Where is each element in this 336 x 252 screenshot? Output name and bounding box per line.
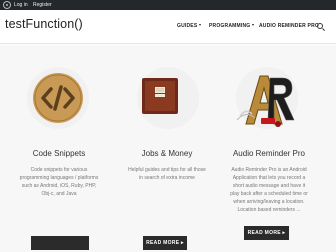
nav-programming[interactable]: PROGRAMMING — [209, 23, 255, 30]
nav-guides-label: GUIDES — [177, 23, 198, 29]
chevron-down-icon — [252, 24, 255, 26]
feature-title-jobs-money: Jobs & Money — [141, 149, 193, 158]
feature-title-code-snippets: Code Snippets — [32, 149, 86, 158]
admin-bar: Log in Register — [0, 0, 336, 10]
read-more-button-code-snippets[interactable] — [31, 236, 89, 250]
nav-audio-reminder-pro-label: AUDIO REMINDER PRO — [259, 23, 319, 29]
nav-programming-label: PROGRAMMING — [209, 23, 251, 29]
audio-reminder-logo-icon — [236, 75, 295, 127]
feature-title-audio-reminder-pro: Audio Reminder Pro — [232, 149, 306, 158]
description-line: Helpful guides and tips for all those — [128, 167, 206, 173]
search-icon[interactable] — [317, 23, 323, 29]
description-line: short audio message and have it — [232, 183, 306, 189]
description-line: play back after a scheduled time or — [230, 191, 308, 197]
wallet-icon — [142, 78, 178, 114]
description-line: Application that lets you record a — [232, 175, 306, 181]
description-line: Audio Reminder Pro is an Android — [231, 167, 307, 173]
feature-description-audio-reminder-pro: Audio Reminder Pro is an Android Applica… — [216, 166, 322, 214]
nav-audio-reminder-pro[interactable]: AUDIO REMINDER PRO — [259, 23, 319, 30]
login-link[interactable]: Log in — [14, 1, 28, 9]
feature-description-jobs-money: Helpful guides and tips for all those in… — [112, 166, 222, 182]
description-line: programming languages / platforms — [19, 175, 99, 181]
register-link[interactable]: Register — [33, 1, 52, 9]
site-title[interactable]: testFunction() — [5, 16, 83, 32]
description-line: Code snippets for various — [30, 167, 88, 173]
description-line: when arriving/leaving a location. — [233, 199, 305, 205]
chevron-down-icon — [199, 24, 202, 26]
nav-guides[interactable]: GUIDES — [177, 23, 202, 30]
description-line: in search of extra income — [139, 175, 195, 181]
wordpress-logo-icon[interactable] — [3, 1, 11, 9]
description-line: Location based reminders ... — [237, 207, 301, 213]
feature-description-code-snippets: Code snippets for various programming la… — [6, 166, 112, 198]
code-snippets-icon — [33, 73, 83, 123]
read-more-button-audio-reminder[interactable]: READ MORE ▸ — [244, 226, 289, 240]
description-line: Obj-c, and Java — [41, 191, 77, 197]
description-line: such as Android, iOS, Ruby, PHP, — [21, 183, 97, 189]
read-more-button-jobs[interactable]: READ MORE ▸ — [143, 236, 187, 250]
site-header: testFunction() GUIDES PROGRAMMING AUDIO … — [0, 10, 336, 44]
